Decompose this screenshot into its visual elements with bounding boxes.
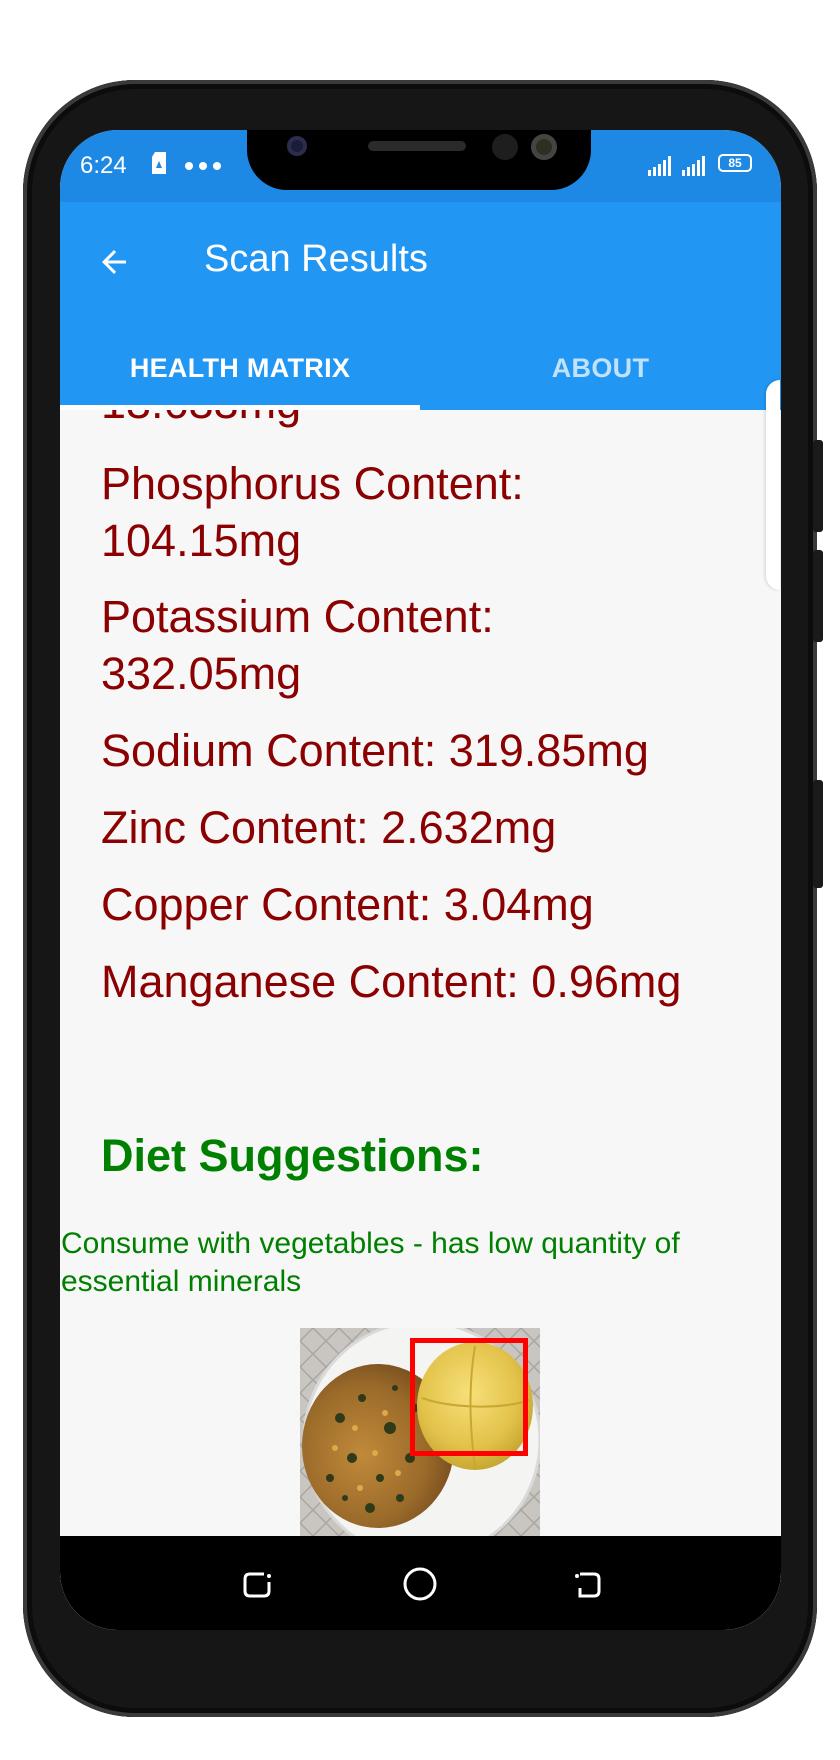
tab-bar: HEALTH MATRIX ABOUT <box>60 326 781 410</box>
tab-health-matrix[interactable]: HEALTH MATRIX <box>60 326 420 410</box>
zinc-content: Zinc Content: 2.632mg <box>101 802 557 853</box>
battery-icon: 85 <box>718 154 752 172</box>
back-icon[interactable] <box>570 1568 604 1602</box>
scanned-food-image <box>300 1328 540 1548</box>
app-bar: Scan Results <box>60 202 781 326</box>
tab-about[interactable]: ABOUT <box>420 326 781 410</box>
recents-icon[interactable] <box>240 1568 274 1602</box>
storage-icon <box>152 152 166 174</box>
sodium-content: Sodium Content: 319.85mg <box>101 725 649 776</box>
earpiece-speaker <box>368 141 466 151</box>
tab-health-matrix-label: HEALTH MATRIX <box>129 352 351 383</box>
power-button <box>813 780 823 888</box>
screen: 6:24 85 Scan Results HEALTH MATRIX ABOUT… <box>60 130 781 1630</box>
potassium-content: Potassium Content: 332.05mg <box>101 591 494 699</box>
front-camera-icon <box>287 136 307 156</box>
manganese-content: Manganese Content: 0.96mg <box>101 956 682 1007</box>
arrow-left-icon[interactable] <box>96 244 132 280</box>
status-time: 6:24 <box>80 152 127 179</box>
status-bar: 6:24 85 <box>60 130 781 202</box>
more-dots-icon <box>184 158 222 170</box>
diet-heading: Diet Suggestions: <box>101 1130 484 1181</box>
tab-about-label: ABOUT <box>551 352 650 383</box>
diet-suggestion: Consume with vegetables - has low quanti… <box>61 1227 680 1298</box>
battery-level: 85 <box>728 156 742 170</box>
volume-down-button <box>813 550 823 642</box>
rear-sensor-icon <box>531 134 557 160</box>
navigation-bar <box>60 1536 781 1630</box>
phosphorus-content: Phosphorus Content: 104.15mg <box>101 458 524 566</box>
page-title: Scan Results <box>204 238 428 280</box>
home-icon[interactable] <box>402 1566 438 1602</box>
detection-box <box>410 1338 528 1456</box>
volume-up-button <box>813 440 823 532</box>
scroll-content[interactable]: 13.633mg Phosphorus Content: 104.15mg Po… <box>60 410 781 1630</box>
calcium-value-partial: 13.633mg <box>101 410 301 431</box>
proximity-sensor-icon <box>492 134 518 160</box>
copper-content: Copper Content: 3.04mg <box>101 879 594 930</box>
signal-icon <box>648 154 710 176</box>
camera-notch <box>247 130 591 190</box>
edge-panel-handle[interactable] <box>766 380 780 590</box>
